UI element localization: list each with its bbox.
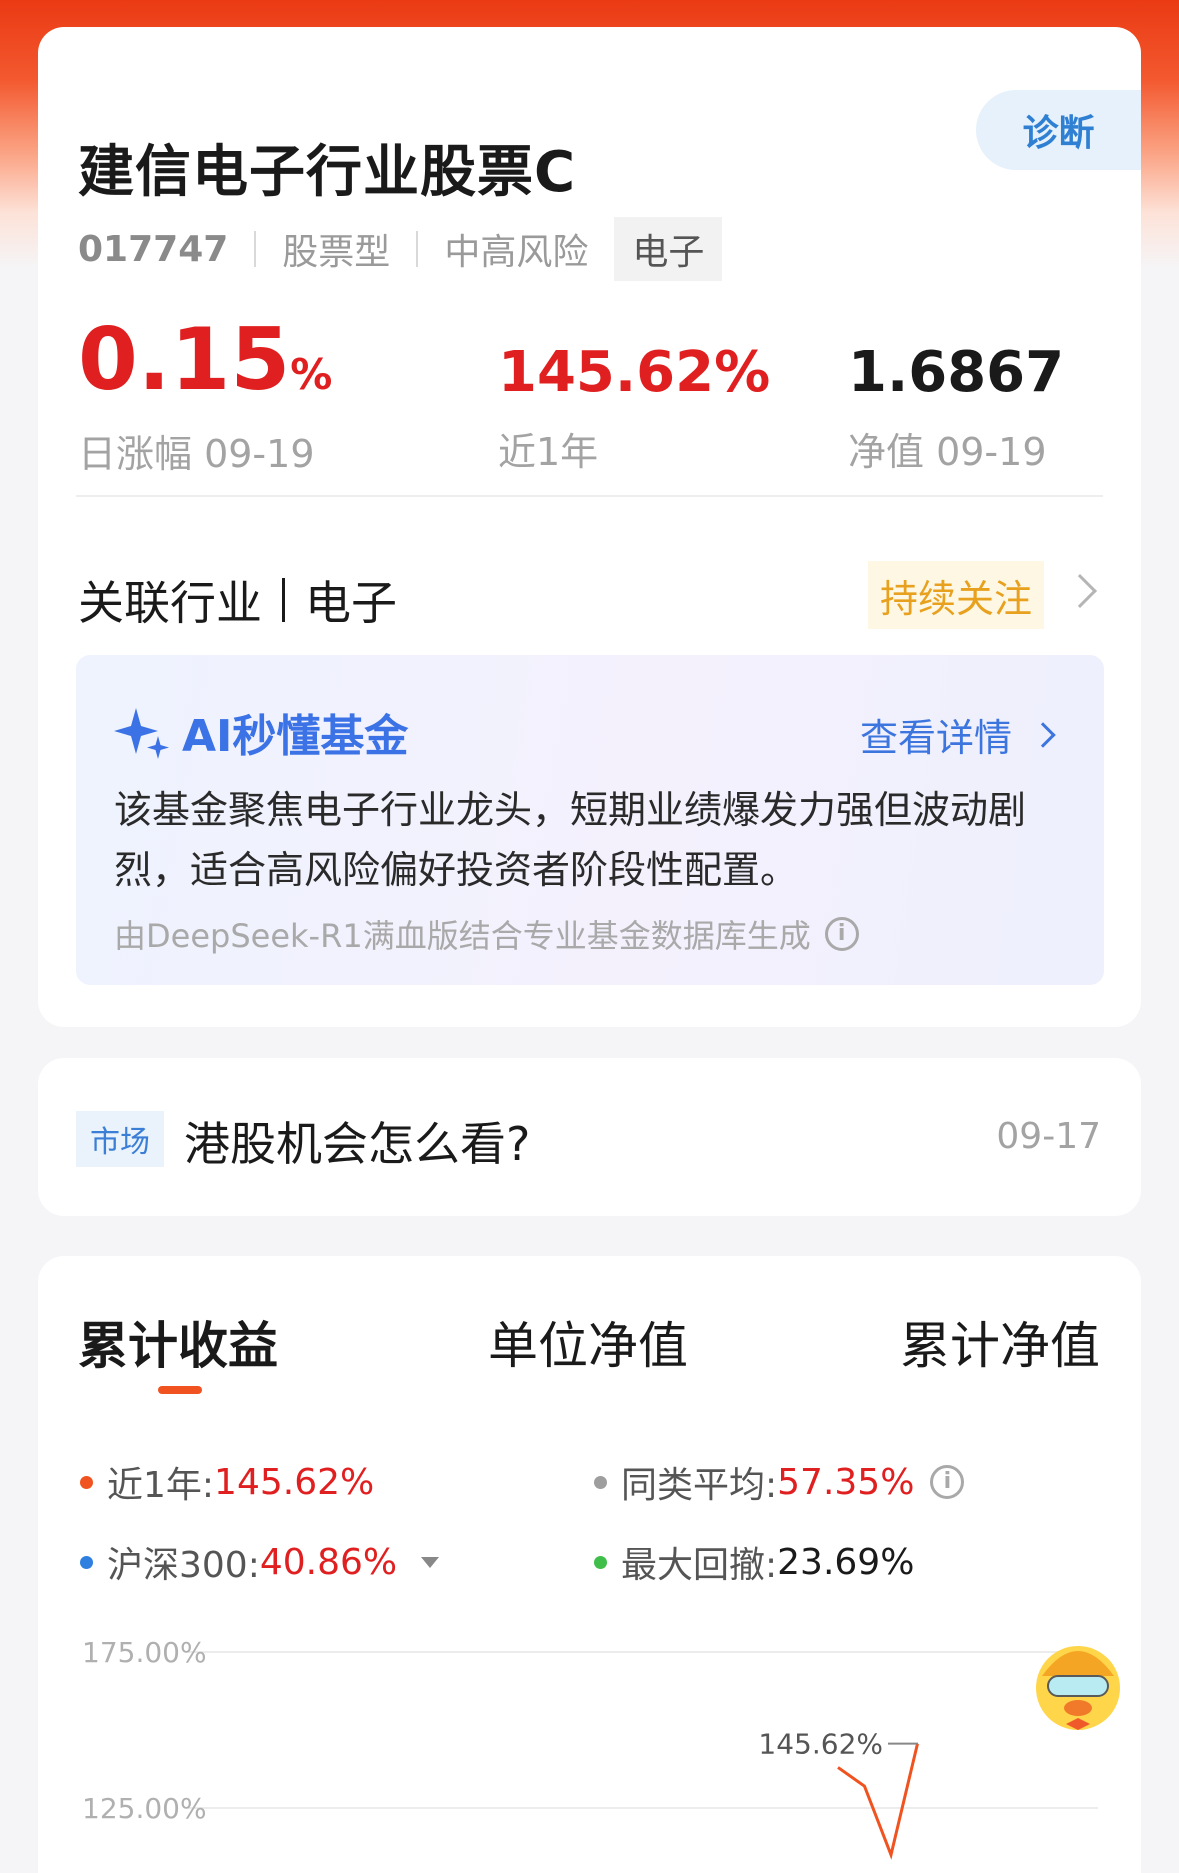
- y-tick-label: 125.00%: [82, 1792, 207, 1825]
- ai-summary-header: AI秒懂基金: [114, 700, 408, 764]
- legend-dot-orange: [80, 1475, 93, 1489]
- legend-dot-blue: [80, 1555, 93, 1569]
- news-title: 港股机会怎么看?: [184, 1117, 531, 1171]
- fund-header-card: 建信电子行业股票C 诊断 017747 股票型 中高风险 电子 0.15% 日涨…: [38, 27, 1141, 1027]
- news-date: 09-17: [996, 1116, 1101, 1157]
- tab-unit-nav[interactable]: 单位净值: [488, 1306, 688, 1378]
- related-industry-row[interactable]: 关联行业 电子: [78, 567, 397, 633]
- y-tick-label: 175.00%: [82, 1636, 207, 1669]
- legend-near-year: 近1年: 145.62%: [80, 1456, 374, 1508]
- performance-chart-card: 累计收益 单位净值 累计净值 近1年: 145.62% 同类平均: 57.35%…: [38, 1256, 1141, 1873]
- follow-badge[interactable]: 持续关注: [868, 561, 1045, 629]
- mascot-icon[interactable]: [1036, 1646, 1120, 1730]
- active-tab-indicator: [158, 1386, 202, 1394]
- legend-dot-gray: [594, 1475, 607, 1489]
- ai-summary-panel: AI秒懂基金 查看详情 该基金聚焦电子行业龙头，短期业绩爆发力强但波动剧烈，适合…: [76, 655, 1104, 985]
- fund-type: 股票型: [282, 232, 391, 273]
- fund-name: 建信电子行业股票C: [78, 140, 577, 205]
- meta-separator: [416, 231, 419, 267]
- divider: [76, 495, 1103, 497]
- legend-near-year-label: 近1年:: [107, 1465, 215, 1506]
- nav-stat: 1.6867 净值 09-19: [848, 345, 1064, 476]
- ai-generation-note: 由DeepSeek-R1满血版结合专业基金数据库生成 i: [114, 911, 859, 957]
- legend-max-drawdown-value: 23.69%: [777, 1541, 915, 1583]
- chevron-right-icon: [1030, 721, 1056, 748]
- legend-max-drawdown-label: 最大回撤:: [621, 1545, 778, 1586]
- info-icon[interactable]: i: [930, 1465, 965, 1499]
- one-year-return-label: 近1年: [498, 430, 599, 474]
- legend-max-drawdown: 最大回撤: 23.69%: [594, 1536, 914, 1588]
- fund-meta-row: 017747 股票型 中高风险 电子: [78, 217, 723, 281]
- legend-hs300-value: 40.86%: [259, 1541, 398, 1583]
- nav-value: 1.6867: [848, 340, 1065, 405]
- legend-near-year-value: 145.62%: [214, 1461, 375, 1503]
- daily-change-label: 日涨幅 09-19: [78, 432, 315, 476]
- legend-peer-average: 同类平均: 57.35% i: [594, 1456, 965, 1508]
- ai-summary-text: 该基金聚焦电子行业龙头，短期业绩爆发力强但波动剧烈，适合高风险偏好投资者阶段性配…: [114, 788, 1027, 892]
- legend-peer-average-label: 同类平均:: [621, 1465, 778, 1506]
- fund-risk: 中高风险: [444, 232, 589, 273]
- one-year-return-value: 145.62%: [498, 340, 771, 405]
- view-details-link[interactable]: 查看详情: [859, 707, 1056, 762]
- news-tag: 市场: [76, 1111, 164, 1167]
- cumulative-return-chart[interactable]: 175.00% 125.00% 145.62%: [38, 1606, 1141, 1873]
- legend-hs300[interactable]: 沪深300: 40.86%: [80, 1536, 440, 1588]
- one-year-return-stat: 145.62% 近1年: [498, 345, 770, 476]
- ai-note-text: 由DeepSeek-R1满血版结合专业基金数据库生成: [114, 917, 811, 955]
- chevron-right-icon[interactable]: [1063, 574, 1097, 608]
- end-value-label: 145.62%: [758, 1728, 883, 1761]
- sector-tag[interactable]: 电子: [614, 217, 723, 281]
- ai-summary-title: AI秒懂基金: [182, 711, 409, 762]
- view-details-label: 查看详情: [859, 716, 1012, 760]
- news-card[interactable]: 市场 港股机会怎么看? 09-17: [38, 1058, 1141, 1216]
- industry-separator: [282, 578, 285, 622]
- legend-peer-average-value: 57.35%: [777, 1461, 915, 1503]
- tab-accumulated-nav[interactable]: 累计净值: [900, 1306, 1100, 1378]
- daily-change-value: 0.15%: [78, 310, 333, 410]
- legend-hs300-label: 沪深300:: [107, 1545, 260, 1586]
- fund-code: 017747: [78, 228, 229, 270]
- legend-dot-green: [594, 1555, 607, 1569]
- sparkle-icon: [114, 708, 169, 759]
- nav-label: 净值 09-19: [848, 430, 1047, 474]
- related-industry-label: 关联行业: [78, 576, 262, 630]
- daily-change-stat: 0.15% 日涨幅 09-19: [78, 317, 332, 478]
- meta-separator: [254, 231, 257, 267]
- tab-cumulative-return[interactable]: 累计收益: [78, 1306, 278, 1378]
- info-icon[interactable]: i: [824, 917, 859, 951]
- related-industry-name: 电子: [305, 576, 397, 630]
- diagnose-button[interactable]: 诊断: [976, 90, 1141, 170]
- caret-down-icon[interactable]: [421, 1556, 440, 1568]
